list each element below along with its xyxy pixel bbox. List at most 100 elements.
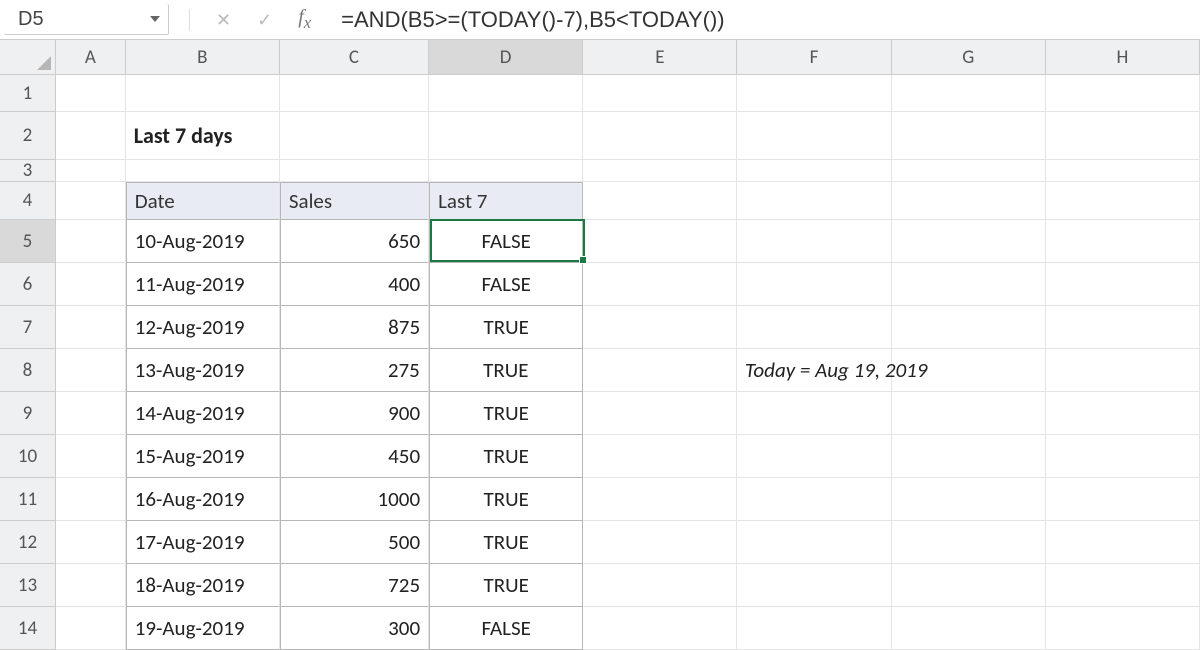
table-header-sales[interactable]: Sales [280, 182, 429, 220]
table-cell-last7[interactable]: TRUE [429, 521, 583, 564]
cell-A14[interactable] [56, 607, 126, 650]
table-cell-sales[interactable]: 400 [280, 263, 429, 306]
cell-D1[interactable] [429, 75, 583, 112]
cell-F6[interactable] [737, 263, 891, 306]
table-cell-date[interactable]: 10-Aug-2019 [126, 220, 280, 263]
row-header-12[interactable]: 12 [0, 521, 55, 564]
cell-E2[interactable] [583, 112, 737, 160]
cell-E5[interactable] [583, 220, 737, 263]
cell-H8[interactable] [1046, 349, 1200, 392]
table-cell-sales[interactable]: 875 [280, 306, 429, 349]
cell-G9[interactable] [892, 392, 1046, 435]
column-header-G[interactable]: G [892, 40, 1046, 74]
cell-E13[interactable] [583, 564, 737, 607]
cell-H2[interactable] [1046, 112, 1200, 160]
cell-F1[interactable] [737, 75, 891, 112]
table-cell-sales[interactable]: 300 [280, 607, 429, 650]
name-box-container[interactable] [4, 4, 169, 35]
cell-C2[interactable] [280, 112, 429, 160]
cell-E14[interactable] [583, 607, 737, 650]
today-note[interactable]: Today = Aug 19, 2019 [737, 349, 892, 392]
table-cell-date[interactable]: 17-Aug-2019 [126, 521, 280, 564]
cell-E6[interactable] [583, 263, 737, 306]
column-header-H[interactable]: H [1046, 40, 1200, 74]
cell-H13[interactable] [1046, 564, 1200, 607]
row-header-1[interactable]: 1 [0, 75, 55, 112]
cell-G12[interactable] [892, 521, 1046, 564]
cell-E4[interactable] [583, 182, 737, 220]
cell-A6[interactable] [56, 263, 126, 306]
cell-C3[interactable] [280, 160, 429, 182]
cell-G8[interactable] [892, 349, 1046, 392]
cell-G10[interactable] [892, 435, 1046, 478]
table-cell-sales[interactable]: 500 [280, 521, 429, 564]
cell-H5[interactable] [1046, 220, 1200, 263]
cell-H10[interactable] [1046, 435, 1200, 478]
fx-icon[interactable]: fx [298, 7, 311, 32]
cell-G13[interactable] [892, 564, 1046, 607]
row-header-10[interactable]: 10 [0, 435, 55, 478]
cell-E9[interactable] [583, 392, 737, 435]
table-cell-last7[interactable]: TRUE [429, 435, 583, 478]
cell-H12[interactable] [1046, 521, 1200, 564]
enter-icon[interactable]: ✓ [257, 11, 272, 29]
table-cell-last7[interactable]: TRUE [429, 478, 583, 521]
cell-G1[interactable] [892, 75, 1046, 112]
cell-B3[interactable] [126, 160, 280, 182]
cell-C1[interactable] [280, 75, 429, 112]
table-header-last7[interactable]: Last 7 [429, 182, 583, 220]
cell-D3[interactable] [429, 160, 583, 182]
cell-G3[interactable] [892, 160, 1046, 182]
cell-H11[interactable] [1046, 478, 1200, 521]
name-box[interactable] [18, 8, 118, 31]
cell-F14[interactable] [737, 607, 891, 650]
cell-H6[interactable] [1046, 263, 1200, 306]
table-cell-date[interactable]: 14-Aug-2019 [126, 392, 280, 435]
table-cell-date[interactable]: 11-Aug-2019 [126, 263, 280, 306]
cell-G11[interactable] [892, 478, 1046, 521]
table-cell-sales[interactable]: 650 [280, 220, 429, 263]
cell-grid[interactable]: Last 7 daysDateSalesLast 710-Aug-2019650… [56, 75, 1200, 650]
cell-H4[interactable] [1046, 182, 1200, 220]
row-header-4[interactable]: 4 [0, 182, 55, 220]
cell-B1[interactable] [126, 75, 280, 112]
table-cell-date[interactable]: 12-Aug-2019 [126, 306, 280, 349]
chevron-down-icon[interactable] [150, 16, 160, 22]
table-header-date[interactable]: Date [126, 182, 280, 220]
cell-E11[interactable] [583, 478, 737, 521]
cell-A3[interactable] [56, 160, 126, 182]
column-header-F[interactable]: F [737, 40, 891, 74]
cell-E8[interactable] [583, 349, 737, 392]
table-cell-date[interactable]: 19-Aug-2019 [126, 607, 280, 650]
select-all-corner[interactable] [0, 40, 56, 75]
table-cell-sales[interactable]: 450 [280, 435, 429, 478]
cell-A5[interactable] [56, 220, 126, 263]
table-cell-last7[interactable]: TRUE [429, 564, 583, 607]
cell-D2[interactable] [429, 112, 583, 160]
formula-input[interactable] [331, 0, 1200, 39]
cell-A2[interactable] [56, 112, 126, 160]
table-cell-date[interactable]: 15-Aug-2019 [126, 435, 280, 478]
row-header-2[interactable]: 2 [0, 112, 55, 160]
column-header-E[interactable]: E [583, 40, 737, 74]
row-header-14[interactable]: 14 [0, 607, 55, 650]
cell-F10[interactable] [737, 435, 891, 478]
row-header-9[interactable]: 9 [0, 392, 55, 435]
cell-F3[interactable] [737, 160, 891, 182]
column-header-C[interactable]: C [280, 40, 429, 74]
cell-F5[interactable] [737, 220, 891, 263]
table-cell-sales[interactable]: 1000 [280, 478, 429, 521]
table-cell-date[interactable]: 13-Aug-2019 [126, 349, 280, 392]
row-header-3[interactable]: 3 [0, 160, 55, 182]
cell-G6[interactable] [892, 263, 1046, 306]
cell-A9[interactable] [56, 392, 126, 435]
table-cell-sales[interactable]: 725 [280, 564, 429, 607]
table-cell-last7[interactable]: TRUE [429, 349, 583, 392]
cell-G14[interactable] [892, 607, 1046, 650]
table-cell-last7[interactable]: FALSE [429, 220, 583, 263]
table-cell-last7[interactable]: TRUE [429, 392, 583, 435]
row-header-5[interactable]: 5 [0, 220, 55, 263]
cell-F13[interactable] [737, 564, 891, 607]
column-header-D[interactable]: D [429, 40, 583, 74]
cell-H3[interactable] [1046, 160, 1200, 182]
